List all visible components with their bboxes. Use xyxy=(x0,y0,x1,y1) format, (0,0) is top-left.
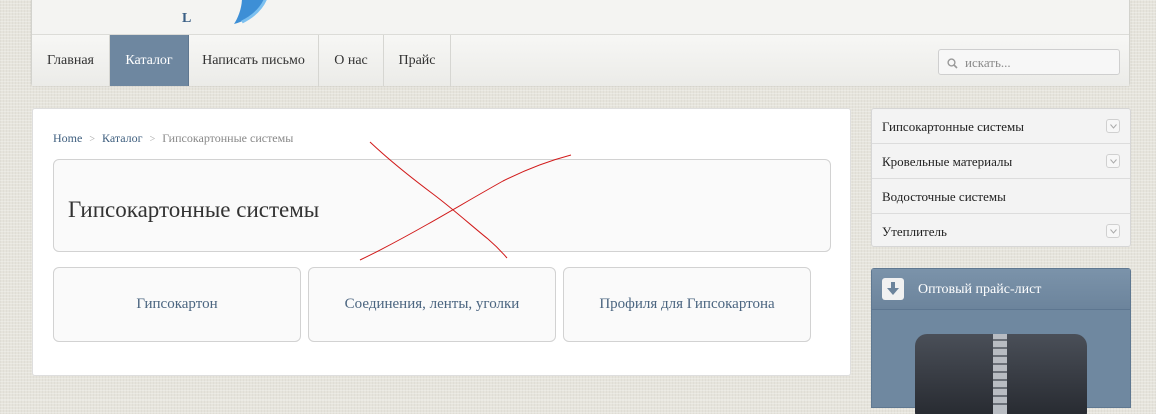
chevron-right-icon: > xyxy=(149,134,156,145)
nav-about[interactable]: О нас xyxy=(319,35,384,86)
price-list-widget: Оптовый прайс-лист xyxy=(871,268,1131,414)
nav-catalog[interactable]: Каталог xyxy=(110,35,189,86)
sidebar-item-insulation[interactable]: Утеплитель xyxy=(872,214,1130,249)
search-icon xyxy=(947,56,958,74)
sidebar-item-label: Кровельные материалы xyxy=(882,154,1013,169)
breadcrumb-home[interactable]: Home xyxy=(53,131,82,145)
category-card-drywall[interactable]: Гипсокартон xyxy=(53,267,301,342)
search-box[interactable] xyxy=(938,49,1120,75)
chevron-down-icon[interactable] xyxy=(1106,119,1120,133)
breadcrumb-catalog[interactable]: Каталог xyxy=(102,131,143,145)
site-header: L Главная Каталог Написать письмо О нас … xyxy=(31,0,1130,86)
sidebar-item-label: Утеплитель xyxy=(882,224,947,239)
download-icon[interactable] xyxy=(882,278,904,300)
sidebar-item-drainage[interactable]: Водосточные системы xyxy=(872,179,1130,214)
sidebar-item-roofing[interactable]: Кровельные материалы xyxy=(872,144,1130,179)
content-panel: Home > Каталог > Гипсокартонные системы Гипс… xyxy=(32,108,851,376)
breadcrumb: Home > Каталог > Гипсокартонные системы xyxy=(53,131,293,146)
sidebar-item-label: Водосточные системы xyxy=(882,189,1006,204)
chevron-down-icon[interactable] xyxy=(1106,224,1120,238)
category-card-joints[interactable]: Соединения, ленты, уголки xyxy=(308,267,556,342)
breadcrumb-current: Гипсокартонные системы xyxy=(162,131,294,145)
zip-archive-icon[interactable] xyxy=(915,334,1087,414)
category-card-profiles[interactable]: Профиля для Гипсокартона xyxy=(563,267,811,342)
price-list-title[interactable]: Оптовый прайс-лист xyxy=(918,269,1041,310)
nav-home[interactable]: Главная xyxy=(32,35,110,86)
nav-price[interactable]: Прайс xyxy=(384,35,451,86)
sidebar-item-drywall-systems[interactable]: Гипсокартонные системы xyxy=(872,109,1130,144)
category-sidebar: Гипсокартонные системы Кровельные матери… xyxy=(871,108,1131,247)
sidebar-item-label: Гипсокартонные системы xyxy=(882,119,1025,134)
chevron-right-icon: > xyxy=(89,134,95,145)
chevron-down-icon[interactable] xyxy=(1106,154,1120,168)
logo-letter: L xyxy=(182,11,191,26)
page-title: Гипсокартонные системы xyxy=(68,197,320,222)
nav-write-letter[interactable]: Написать письмо xyxy=(189,35,319,86)
price-list-header[interactable]: Оптовый прайс-лист xyxy=(872,269,1130,310)
main-nav: Главная Каталог Написать письмо О нас Пр… xyxy=(32,34,1129,86)
title-box: Гипсокартонные системы xyxy=(53,159,831,252)
search-input[interactable] xyxy=(963,53,1117,73)
site-logo[interactable]: L xyxy=(182,0,272,30)
